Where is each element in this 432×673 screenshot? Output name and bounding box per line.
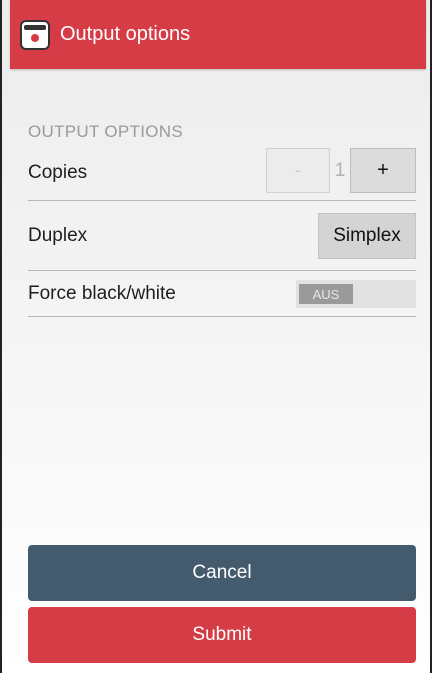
duplex-select-button[interactable]: Simplex [318, 213, 416, 259]
copies-value: 1 [334, 159, 346, 181]
copies-increment-button[interactable]: + [350, 148, 416, 193]
app-title: Output options [60, 23, 191, 45]
toggle-knob: AUS [299, 284, 353, 304]
app-bar: Output options [10, 0, 426, 69]
force-bw-label: Force black/white [28, 282, 176, 304]
copies-stepper: - 1 + [266, 148, 416, 193]
copies-row: Copies - 1 + [28, 146, 416, 201]
submit-button[interactable]: Submit [28, 607, 416, 663]
force-bw-toggle[interactable]: AUS [296, 280, 416, 308]
force-bw-row: Force black/white AUS [28, 271, 416, 317]
printer-app-icon[interactable] [20, 19, 50, 50]
copies-label: Copies [28, 162, 88, 183]
section-header: OUTPUT OPTIONS [28, 122, 184, 141]
duplex-row: Duplex Simplex [28, 201, 416, 271]
copies-decrement-button[interactable]: - [266, 148, 330, 193]
cancel-button[interactable]: Cancel [28, 545, 416, 601]
output-options-panel: OUTPUT OPTIONS Copies - 1 + Duplex Simpl… [28, 110, 416, 317]
duplex-label: Duplex [28, 224, 88, 246]
screen: Output options OUTPUT OPTIONS Copies - 1… [0, 0, 432, 673]
